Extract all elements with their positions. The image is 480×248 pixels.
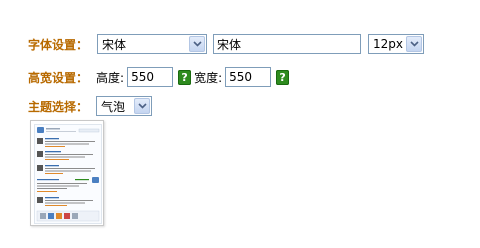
theme-preview-thumbnail [30, 120, 104, 226]
font-family-select[interactable]: 宋体 [97, 34, 208, 54]
theme-preview-frame [34, 124, 102, 224]
chevron-down-icon[interactable] [189, 36, 206, 52]
font-settings-row: 字体设置： 宋体 宋体 12px [28, 33, 425, 55]
font-family-input[interactable]: 宋体 [213, 34, 362, 54]
theme-select[interactable]: 气泡 [96, 96, 153, 116]
chevron-down-icon[interactable] [134, 98, 151, 114]
theme-settings-row: 主题选择： 气泡 [28, 95, 153, 117]
width-input-value: 550 [229, 70, 253, 84]
chevron-down-icon[interactable] [406, 36, 423, 52]
font-size-select[interactable]: 12px [368, 34, 425, 54]
width-help-button[interactable]: ? [276, 69, 290, 85]
font-settings-label: 字体设置： [28, 37, 89, 52]
theme-select-value: 气泡 [101, 99, 126, 114]
height-input-value: 550 [131, 70, 154, 84]
size-settings-row: 高宽设置： 高度: 550 ? 宽度: 550 ? [28, 66, 290, 88]
height-input[interactable]: 550 [127, 67, 174, 87]
theme-preview-image [36, 127, 100, 222]
theme-settings-label: 主题选择： [28, 99, 89, 114]
font-family-select-value: 宋体 [102, 37, 127, 52]
height-label: 高度: [96, 70, 125, 85]
width-label: 宽度: [194, 70, 223, 85]
font-family-input-value: 宋体 [217, 37, 242, 52]
size-settings-label: 高宽设置： [28, 70, 89, 85]
font-size-select-value: 12px [373, 37, 404, 51]
width-input[interactable]: 550 [225, 67, 272, 87]
height-help-button[interactable]: ? [178, 69, 192, 85]
